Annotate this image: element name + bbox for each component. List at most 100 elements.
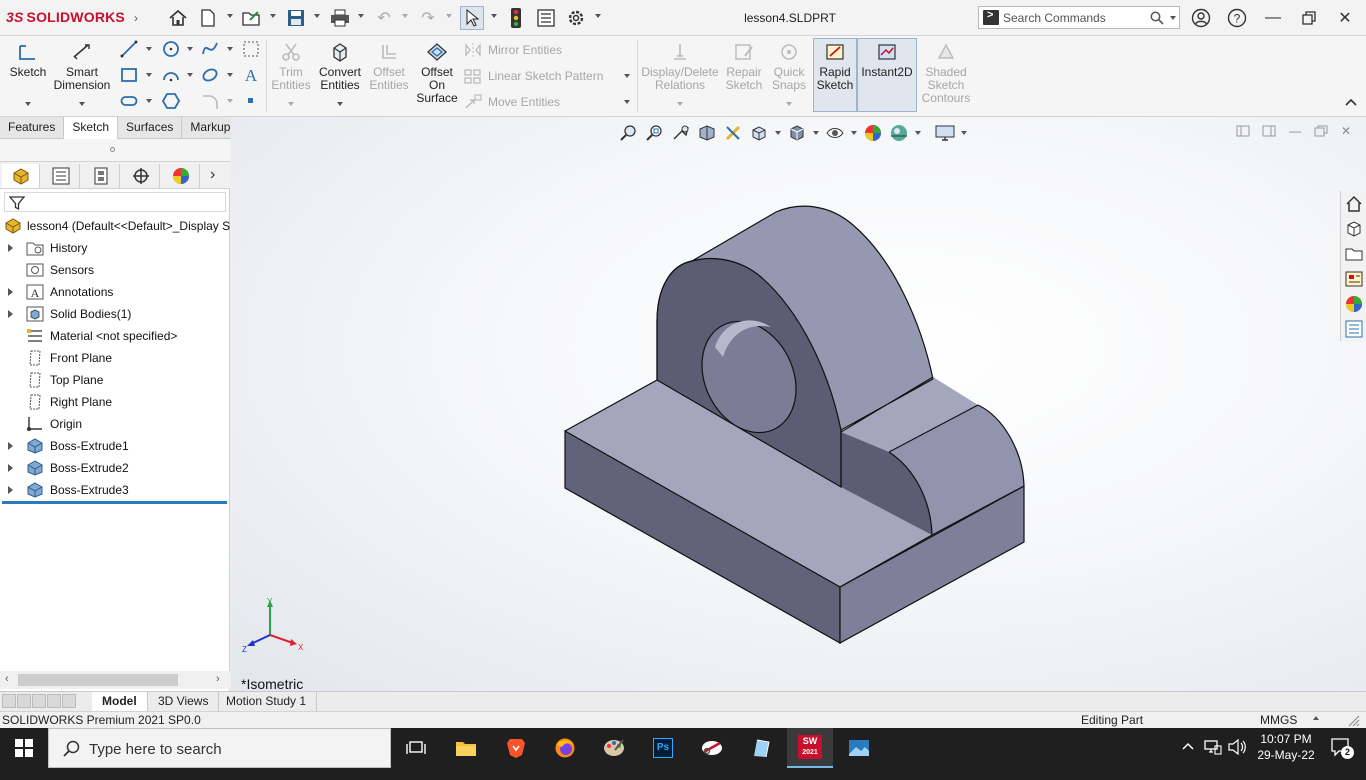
print-dropdown-icon[interactable] — [358, 14, 364, 18]
offset-on-surface-button[interactable]: Offset On Surface — [414, 40, 460, 105]
select-dropdown-icon[interactable] — [491, 14, 497, 18]
polygon-icon[interactable] — [162, 92, 180, 110]
taskbar-clock[interactable]: 10:07 PM 29-May-22 — [1254, 731, 1318, 763]
show-hidden-icons-chevron[interactable] — [1182, 740, 1194, 754]
undo-icon[interactable]: ↶ — [372, 6, 396, 30]
rectangle-dropdown-icon[interactable] — [146, 73, 152, 77]
smart-dimension-dropdown-icon[interactable] — [79, 102, 85, 106]
restore-window-icon[interactable] — [1292, 4, 1326, 32]
offset-entities-button[interactable]: Offset Entities — [368, 40, 410, 92]
design-library-icon[interactable] — [1344, 219, 1364, 239]
file-explorer-taskbar-icon[interactable] — [443, 728, 489, 768]
line-dropdown-icon[interactable] — [146, 47, 152, 51]
undo-dropdown-icon[interactable] — [402, 14, 408, 18]
solidworks-resources-icon[interactable] — [1344, 194, 1364, 214]
paint-app-icon[interactable] — [591, 728, 637, 768]
shaded-sketch-contours-button[interactable]: Shaded Sketch Contours — [918, 40, 974, 105]
filter-icon[interactable] — [9, 195, 25, 211]
file-properties-icon[interactable] — [534, 6, 558, 30]
relations-dropdown-icon[interactable] — [677, 102, 683, 106]
tree-item-boss-extrude2[interactable]: Boss-Extrude2 — [0, 457, 230, 479]
bottom-tab-3d-views[interactable]: 3D Views — [148, 692, 220, 711]
expand-arrow-icon[interactable] — [8, 464, 13, 472]
view-palette-icon[interactable] — [1344, 269, 1364, 289]
convert-entities-button[interactable]: Convert Entities — [316, 40, 364, 92]
options-gear-icon[interactable] — [564, 6, 588, 30]
volume-icon[interactable] — [1228, 738, 1246, 758]
solidworks-taskbar-icon[interactable]: SW 2021 — [787, 728, 833, 768]
tree-item-origin[interactable]: Origin — [0, 413, 230, 435]
horizontal-scrollbar[interactable]: ‹ › — [0, 671, 230, 689]
expand-arrow-icon[interactable] — [8, 310, 13, 318]
start-windows-icon[interactable] — [0, 728, 48, 768]
dimxpert-manager-tab[interactable] — [122, 164, 160, 188]
tree-filter-box[interactable] — [4, 192, 226, 212]
point-icon[interactable] — [242, 92, 260, 110]
tab-surfaces[interactable]: Surfaces — [118, 117, 183, 139]
help-icon[interactable]: ? — [1225, 6, 1249, 30]
tree-item-sensors[interactable]: Sensors — [0, 259, 230, 281]
construction-geometry-icon[interactable] — [242, 40, 260, 58]
minimize-window-icon[interactable]: — — [1256, 4, 1290, 32]
tab-scroll-arrows[interactable] — [2, 694, 76, 708]
tree-item-boss-extrude3[interactable]: Boss-Extrude3 — [0, 479, 230, 501]
print-icon[interactable] — [328, 6, 352, 30]
display-manager-tab[interactable] — [162, 164, 200, 188]
sketch-button[interactable]: Sketch — [8, 40, 48, 79]
open-document-icon[interactable] — [240, 6, 264, 30]
search-icon[interactable] — [1150, 11, 1164, 25]
rollback-bar[interactable] — [2, 501, 227, 504]
mirror-entities-button[interactable]: Mirror Entities — [464, 42, 562, 58]
tree-root-part[interactable]: lesson4 (Default<<Default>_Display S — [0, 215, 230, 237]
tree-item-solid-bodies-1[interactable]: Solid Bodies(1) — [0, 303, 230, 325]
scrollbar-thumb[interactable] — [18, 674, 178, 686]
ellipse-dropdown-icon[interactable] — [227, 73, 233, 77]
arc-icon[interactable] — [162, 66, 180, 84]
firefox-icon[interactable] — [542, 728, 588, 768]
network-icon[interactable] — [1204, 739, 1222, 758]
save-dropdown-icon[interactable] — [314, 14, 320, 18]
convert-dropdown-icon[interactable] — [337, 102, 343, 106]
tab-features[interactable]: Features — [0, 117, 65, 139]
bottom-tab-motion-study-1[interactable]: Motion Study 1 — [216, 692, 318, 711]
trim-dropdown-icon[interactable] — [288, 102, 294, 106]
redo-icon[interactable]: ↷ — [416, 6, 440, 30]
file-explorer-icon[interactable] — [1344, 244, 1364, 264]
new-document-icon[interactable] — [196, 6, 220, 30]
quick-snaps-dropdown-icon[interactable] — [786, 102, 792, 106]
rectangle-icon[interactable] — [120, 66, 138, 84]
tree-item-annotations[interactable]: A Annotations — [0, 281, 230, 303]
select-icon[interactable] — [460, 6, 484, 30]
expand-arrow-icon[interactable] — [8, 486, 13, 494]
expand-arrow-icon[interactable] — [8, 288, 13, 296]
menu-expand-icon[interactable]: › — [124, 6, 148, 30]
save-icon[interactable] — [284, 6, 308, 30]
linear-pattern-dropdown-icon[interactable] — [624, 74, 630, 78]
linear-sketch-pattern-button[interactable]: Linear Sketch Pattern — [464, 68, 603, 84]
tree-item-right-plane[interactable]: Right Plane — [0, 391, 230, 413]
search-commands-box[interactable] — [978, 6, 1180, 29]
trim-entities-button[interactable]: Trim Entities — [270, 40, 312, 92]
more-tabs-chevron-icon[interactable]: › — [210, 166, 215, 184]
graphics-viewport[interactable]: — ✕ Y X Z *Isometric — [231, 117, 1366, 691]
quick-snaps-button[interactable]: Quick Snaps — [768, 40, 810, 92]
smart-dimension-button[interactable]: Smart Dimension — [52, 40, 112, 92]
search-commands-input[interactable] — [1003, 9, 1143, 26]
task-view-icon[interactable] — [393, 728, 439, 768]
move-entities-button[interactable]: Move Entities — [464, 94, 560, 110]
options-dropdown-icon[interactable] — [595, 14, 601, 18]
repair-sketch-button[interactable]: Repair Sketch — [722, 40, 766, 92]
tree-item-top-plane[interactable]: Top Plane — [0, 369, 230, 391]
spline-dropdown-icon[interactable] — [227, 47, 233, 51]
notification-center-icon[interactable]: 2 — [1330, 736, 1354, 759]
line-icon[interactable] — [120, 40, 138, 58]
unit-system-selector[interactable]: MMGS — [1260, 713, 1297, 727]
spline-icon[interactable] — [201, 40, 219, 58]
sketch-dropdown-icon[interactable] — [25, 102, 31, 106]
photo-viewer-icon[interactable] — [836, 728, 882, 768]
user-account-icon[interactable] — [1189, 6, 1213, 30]
arc-dropdown-icon[interactable] — [187, 73, 193, 77]
redo-dropdown-icon[interactable] — [446, 14, 452, 18]
instant2d-button[interactable]: Instant2D — [857, 40, 917, 79]
rebuild-traffic-light-icon[interactable] — [504, 6, 528, 30]
